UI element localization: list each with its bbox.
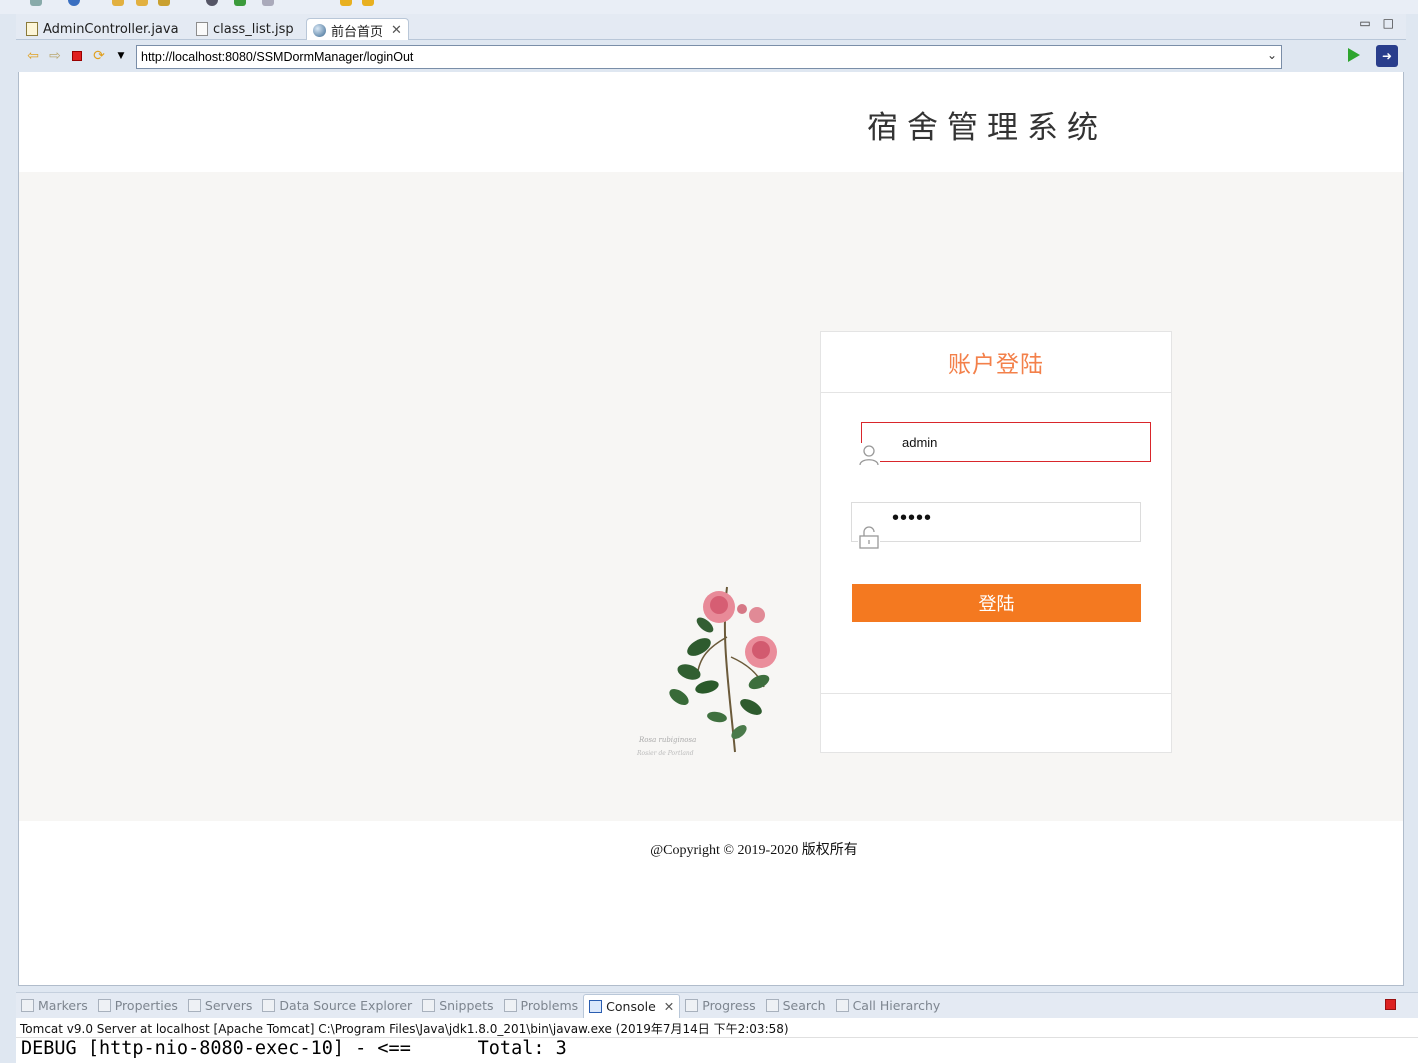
toolbar-icon[interactable] <box>234 0 246 6</box>
forward-arrow-icon[interactable]: ⇨ <box>44 45 66 67</box>
login-panel: 账户登陆 admin ••••• 登陆 <box>820 331 1172 753</box>
password-value: ••••• <box>892 507 933 529</box>
tab-search[interactable]: Search <box>761 994 831 1018</box>
tab-label: 前台首页 <box>331 24 384 40</box>
tab-console[interactable]: Console ✕ <box>583 993 681 1018</box>
user-icon <box>858 443 880 467</box>
login-title: 账户登陆 <box>948 352 1044 378</box>
snippets-icon <box>422 999 436 1012</box>
progress-icon <box>685 999 699 1012</box>
tab-data-source-explorer[interactable]: Data Source Explorer <box>257 994 417 1018</box>
tab-snippets[interactable]: Snippets <box>417 994 498 1018</box>
tab-progress[interactable]: Progress <box>680 994 760 1018</box>
refresh-icon[interactable]: ⟳ <box>88 45 110 67</box>
tab-label: Properties <box>114 998 178 1013</box>
tab-servers[interactable]: Servers <box>183 994 258 1018</box>
chevron-down-icon[interactable]: ⌄ <box>1267 48 1277 62</box>
problems-icon <box>503 999 517 1012</box>
tab-label: class_list.jsp <box>213 21 294 37</box>
tab-admin-controller[interactable]: AdminController.java <box>20 18 185 40</box>
url-bar[interactable]: http://localhost:8080/SSMDormManager/log… <box>136 45 1282 69</box>
servers-icon <box>187 999 201 1012</box>
svg-text:Rosa rubiginosa: Rosa rubiginosa <box>638 736 696 744</box>
toolbar-icon[interactable] <box>206 0 218 6</box>
close-icon[interactable]: ✕ <box>391 23 402 38</box>
tab-label: Problems <box>520 998 579 1013</box>
tab-properties[interactable]: Properties <box>93 994 183 1018</box>
url-text: http://localhost:8080/SSMDormManager/log… <box>141 50 414 64</box>
login-footer-divider <box>821 693 1171 694</box>
data-source-icon <box>262 999 276 1012</box>
minimize-icon[interactable]: ▭ <box>1359 16 1370 30</box>
close-icon[interactable]: ✕ <box>664 999 674 1014</box>
chevron-down-icon[interactable]: ▼ <box>110 45 132 67</box>
toolbar-icon[interactable] <box>112 0 124 6</box>
tab-label: Data Source Explorer <box>279 998 413 1013</box>
maximize-icon[interactable]: □ <box>1383 16 1394 30</box>
username-field[interactable]: admin <box>858 422 1151 467</box>
rose-illustration: Rosa rubiginosa Rosier de Portland <box>636 586 777 757</box>
tab-label: Call Hierarchy <box>852 998 941 1013</box>
toolbar-icon[interactable] <box>136 0 148 6</box>
back-arrow-icon[interactable]: ⇦ <box>22 45 44 67</box>
tab-markers[interactable]: Markers <box>16 994 93 1018</box>
login-banner: Rosa rubiginosa Rosier de Portland 账户登陆 … <box>19 172 1403 821</box>
copyright-text: @Copyright © 2019-2020 版权所有 <box>650 843 858 858</box>
web-page-viewport: 宿舍管理系统 Rosa rubiginosa Rosier de Portlan… <box>18 72 1404 986</box>
tab-label: Markers <box>38 998 88 1013</box>
terminate-icon[interactable] <box>1385 999 1396 1010</box>
password-field[interactable]: ••••• <box>851 502 1141 549</box>
main-toolbar-strip <box>0 0 1418 14</box>
tab-label: Snippets <box>439 998 494 1013</box>
username-value: admin <box>902 434 938 450</box>
toolbar-icon[interactable] <box>362 0 374 6</box>
toolbar-icon[interactable] <box>262 0 274 6</box>
console-output: DEBUG [http-nio-8080-exec-10] - <== Tota… <box>16 1038 1418 1063</box>
browser-globe-icon <box>313 23 326 37</box>
external-browser-icon[interactable]: ➜ <box>1376 45 1398 67</box>
svg-text:Rosier de Portland: Rosier de Portland <box>636 750 694 757</box>
tab-label: Console <box>606 998 656 1014</box>
console-icon <box>589 999 603 1013</box>
editor-window-controls: ▭ □ <box>1359 16 1394 30</box>
search-icon <box>765 999 779 1012</box>
tab-label: AdminController.java <box>43 21 179 37</box>
toolbar-icon[interactable] <box>30 0 42 6</box>
bottom-views-bar: Markers Properties Servers Data Source E… <box>16 992 1418 1018</box>
tab-label: Search <box>782 998 826 1013</box>
login-button[interactable]: 登陆 <box>852 584 1141 622</box>
markers-icon <box>21 999 34 1012</box>
console-process-info: Tomcat v9.0 Server at localhost [Apache … <box>16 1018 1418 1038</box>
tab-browser-home[interactable]: 前台首页 ✕ <box>306 18 409 41</box>
browser-toolbar: ⇦ ⇨ ⟳ ▼ http://localhost:8080/SSMDormMan… <box>18 40 1404 72</box>
editor-tab-bar: AdminController.java class_list.jsp 前台首页… <box>16 14 1406 41</box>
properties-icon <box>97 999 111 1012</box>
go-play-icon[interactable] <box>1348 48 1360 62</box>
tab-problems[interactable]: Problems <box>499 994 584 1018</box>
lock-icon <box>858 525 880 549</box>
page-title: 宿舍管理系统 <box>867 110 1107 146</box>
toolbar-icon[interactable] <box>158 0 170 6</box>
stop-icon[interactable] <box>66 45 88 67</box>
login-header: 账户登陆 <box>821 332 1171 393</box>
jsp-file-icon <box>196 22 208 36</box>
call-hierarchy-icon <box>835 999 849 1012</box>
toolbar-icon[interactable] <box>68 0 80 6</box>
tab-label: Progress <box>702 998 756 1013</box>
tab-call-hierarchy[interactable]: Call Hierarchy <box>831 994 946 1018</box>
toolbar-icon[interactable] <box>340 0 352 6</box>
java-file-icon <box>26 22 38 36</box>
tab-label: Servers <box>204 998 253 1013</box>
tab-class-list[interactable]: class_list.jsp <box>190 18 300 40</box>
